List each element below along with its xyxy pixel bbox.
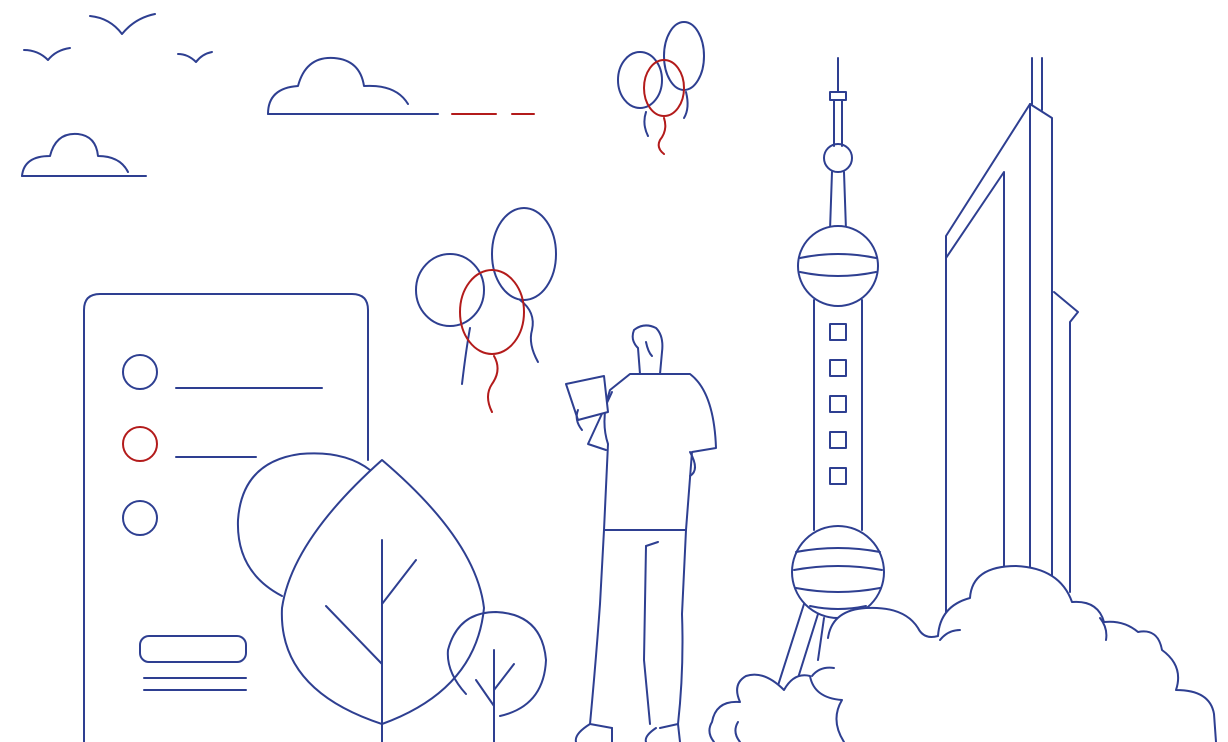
radio-option-icon	[122, 500, 158, 536]
skyscraper-icon	[945, 57, 1079, 621]
balloon-icon	[617, 51, 663, 109]
bush-icon	[708, 565, 1217, 742]
balloons-top	[617, 21, 705, 155]
bird-icon	[89, 13, 156, 35]
radio-option-icon	[122, 354, 158, 390]
bird-icon	[177, 51, 213, 63]
illustration-scene	[0, 0, 1228, 742]
bird-icon	[23, 47, 71, 61]
radio-option-icon	[122, 426, 158, 462]
cloud-icon	[21, 132, 129, 177]
balloon-icon	[415, 253, 485, 327]
birds	[23, 13, 213, 63]
cloud-icon	[267, 56, 409, 115]
card-button-shape	[139, 635, 247, 663]
balloons-middle	[415, 207, 557, 413]
person-icon	[565, 324, 717, 742]
balloon-icon	[459, 269, 525, 355]
balloon-icon	[491, 207, 557, 301]
clouds	[21, 56, 439, 177]
leaf-icon	[280, 459, 485, 742]
